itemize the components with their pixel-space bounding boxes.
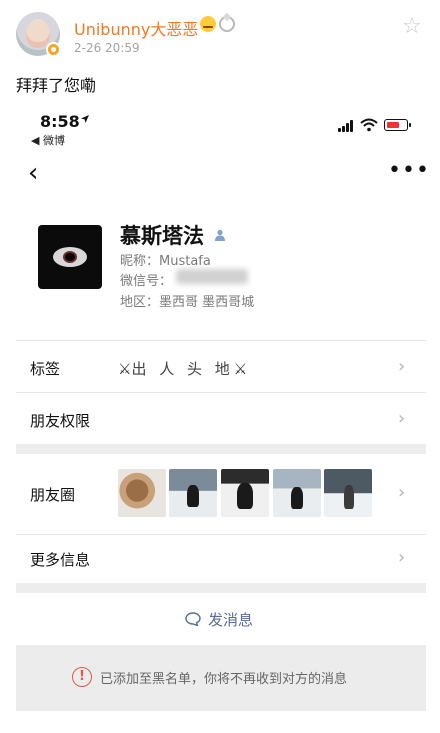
post-timestamp: 2-26 20:59	[74, 41, 140, 55]
signal-icon	[338, 120, 356, 132]
battery-icon	[384, 119, 411, 131]
divider	[16, 534, 426, 535]
profile-avatar[interactable]	[38, 225, 102, 289]
moments-thumbnail[interactable]	[221, 469, 269, 517]
profile-name: 慕斯塔法	[120, 224, 204, 248]
moments-thumbnail[interactable]	[324, 469, 372, 517]
back-button[interactable]: ‹	[28, 160, 38, 186]
profile-region: 地区：墨西哥 墨西哥城	[120, 295, 255, 310]
wechat-id-redacted	[176, 269, 248, 284]
wifi-icon	[360, 118, 378, 132]
friend-permissions-label[interactable]: 朋友权限	[30, 410, 90, 431]
tags-label[interactable]: 标签	[30, 358, 60, 379]
divider	[16, 392, 426, 393]
moments-thumbnail[interactable]	[169, 469, 217, 517]
verified-badge-icon	[46, 42, 61, 57]
post-username[interactable]: Unibunny大恶恶	[74, 16, 198, 40]
blocklist-message: 已添加至黑名单，你将不再收到对方的消息	[100, 672, 348, 687]
back-to-app-link[interactable]: ◀ 微博	[31, 132, 65, 148]
moments-label[interactable]: 朋友圈	[30, 484, 75, 505]
section-gap	[16, 583, 426, 593]
more-info-label[interactable]: 更多信息	[30, 549, 90, 570]
star-icon[interactable]: ☆	[402, 16, 422, 38]
status-time: 8:58	[40, 112, 80, 131]
moments-thumbnail[interactable]	[118, 469, 166, 517]
profile-nickname: 昵称：Mustafa	[120, 254, 211, 269]
section-gap	[16, 444, 426, 454]
emoji-icon	[200, 16, 216, 32]
chevron-right-icon: ›	[398, 356, 406, 377]
swords-icon: ⚔	[233, 360, 248, 378]
chat-bubble-icon	[185, 612, 201, 626]
location-arrow-icon	[81, 115, 89, 123]
swords-icon: ⚔	[118, 360, 132, 378]
more-options-button[interactable]: •••	[388, 160, 430, 182]
moments-thumbnail[interactable]	[273, 469, 321, 517]
chevron-right-icon: ›	[398, 547, 406, 568]
diamond-icon	[219, 16, 235, 32]
chevron-right-icon: ›	[398, 482, 406, 503]
person-icon	[215, 229, 225, 241]
tags-value: ⚔出 人 头 地⚔	[118, 358, 247, 379]
chevron-right-icon: ›	[398, 408, 406, 429]
post-text: 拜拜了您嘞	[16, 76, 97, 95]
send-message-label[interactable]: 发消息	[208, 609, 253, 630]
warning-icon: !	[72, 667, 92, 687]
profile-wechat-id: 微信号：	[120, 274, 173, 289]
divider	[16, 340, 426, 341]
tags-value-text: 出 人 头 地	[131, 360, 234, 378]
